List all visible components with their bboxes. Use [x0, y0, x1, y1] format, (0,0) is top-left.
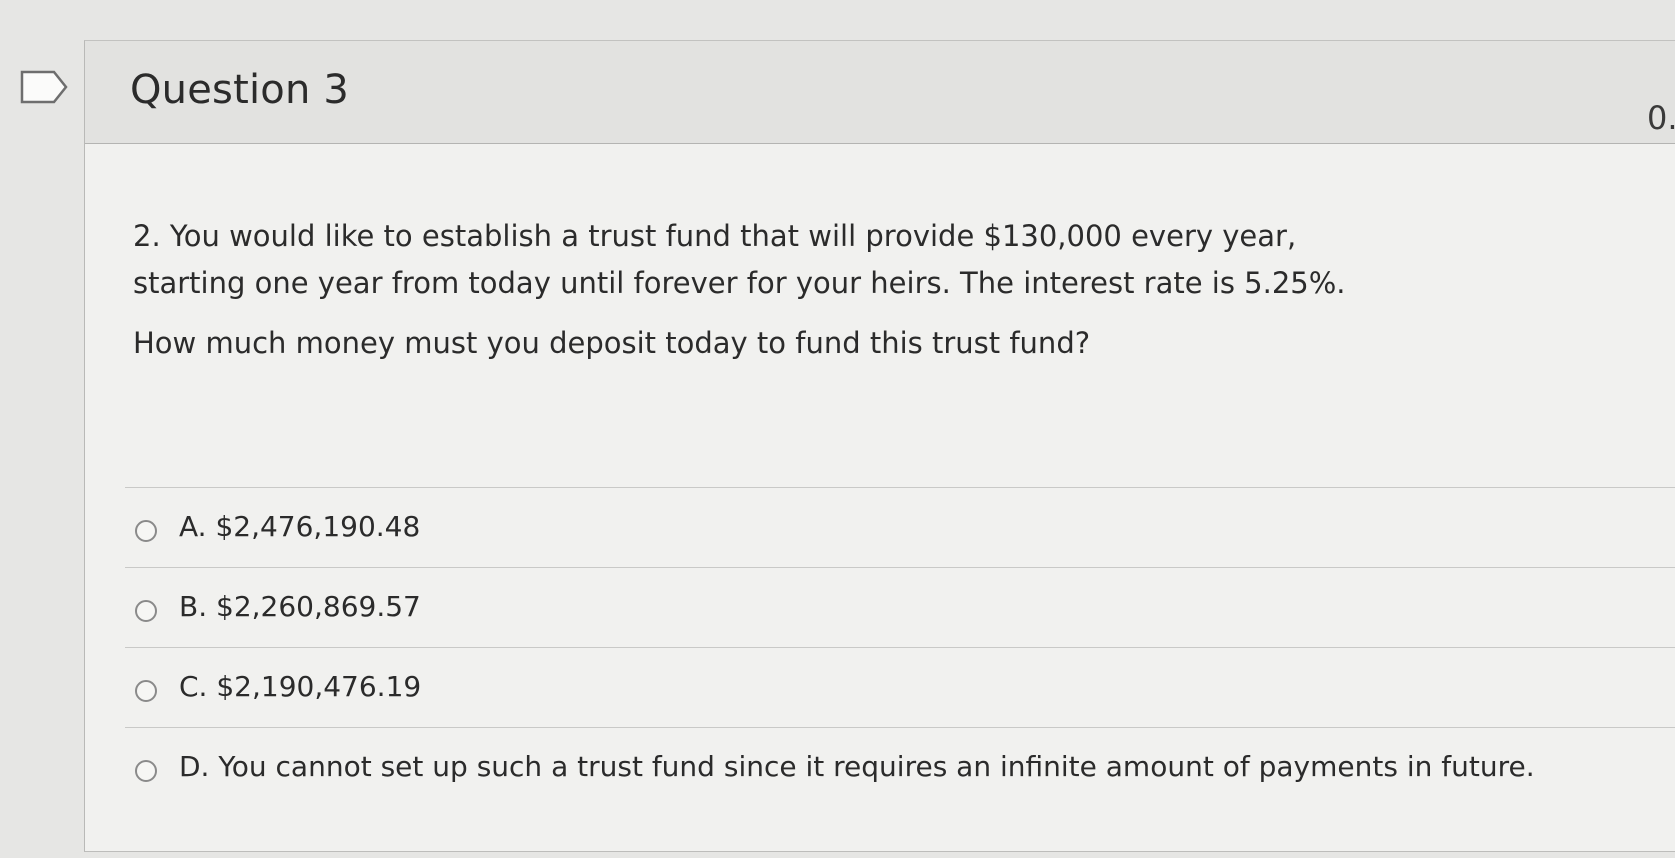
- radio-button[interactable]: [135, 680, 157, 702]
- answer-label[interactable]: C. $2,190,476.19: [179, 670, 421, 703]
- question-text: 2. You would like to establish a trust f…: [133, 219, 1346, 300]
- question-body: 2. You would like to establish a trust f…: [133, 213, 1363, 367]
- answer-option-d[interactable]: D. You cannot set up such a trust fund s…: [125, 727, 1675, 807]
- bookmark-flag-icon[interactable]: [20, 70, 68, 104]
- answer-option-a[interactable]: A. $2,476,190.48: [125, 487, 1675, 567]
- question-title: Question 3: [130, 67, 350, 113]
- radio-button[interactable]: [135, 520, 157, 542]
- answer-option-b[interactable]: B. $2,260,869.57: [125, 567, 1675, 647]
- answer-label[interactable]: A. $2,476,190.48: [179, 510, 420, 543]
- answer-label[interactable]: B. $2,260,869.57: [179, 590, 421, 623]
- radio-button[interactable]: [135, 760, 157, 782]
- answer-option-c[interactable]: C. $2,190,476.19: [125, 647, 1675, 727]
- answer-list: A. $2,476,190.48 B. $2,260,869.57 C. $2,…: [125, 487, 1675, 807]
- question-header: Question 3 0.: [85, 41, 1675, 144]
- question-points: 0.: [1647, 99, 1675, 137]
- answer-label[interactable]: D. You cannot set up such a trust fund s…: [179, 750, 1535, 783]
- radio-button[interactable]: [135, 600, 157, 622]
- question-panel: Question 3 0. 2. You would like to estab…: [84, 40, 1675, 852]
- question-prompt: How much money must you deposit today to…: [133, 326, 1091, 360]
